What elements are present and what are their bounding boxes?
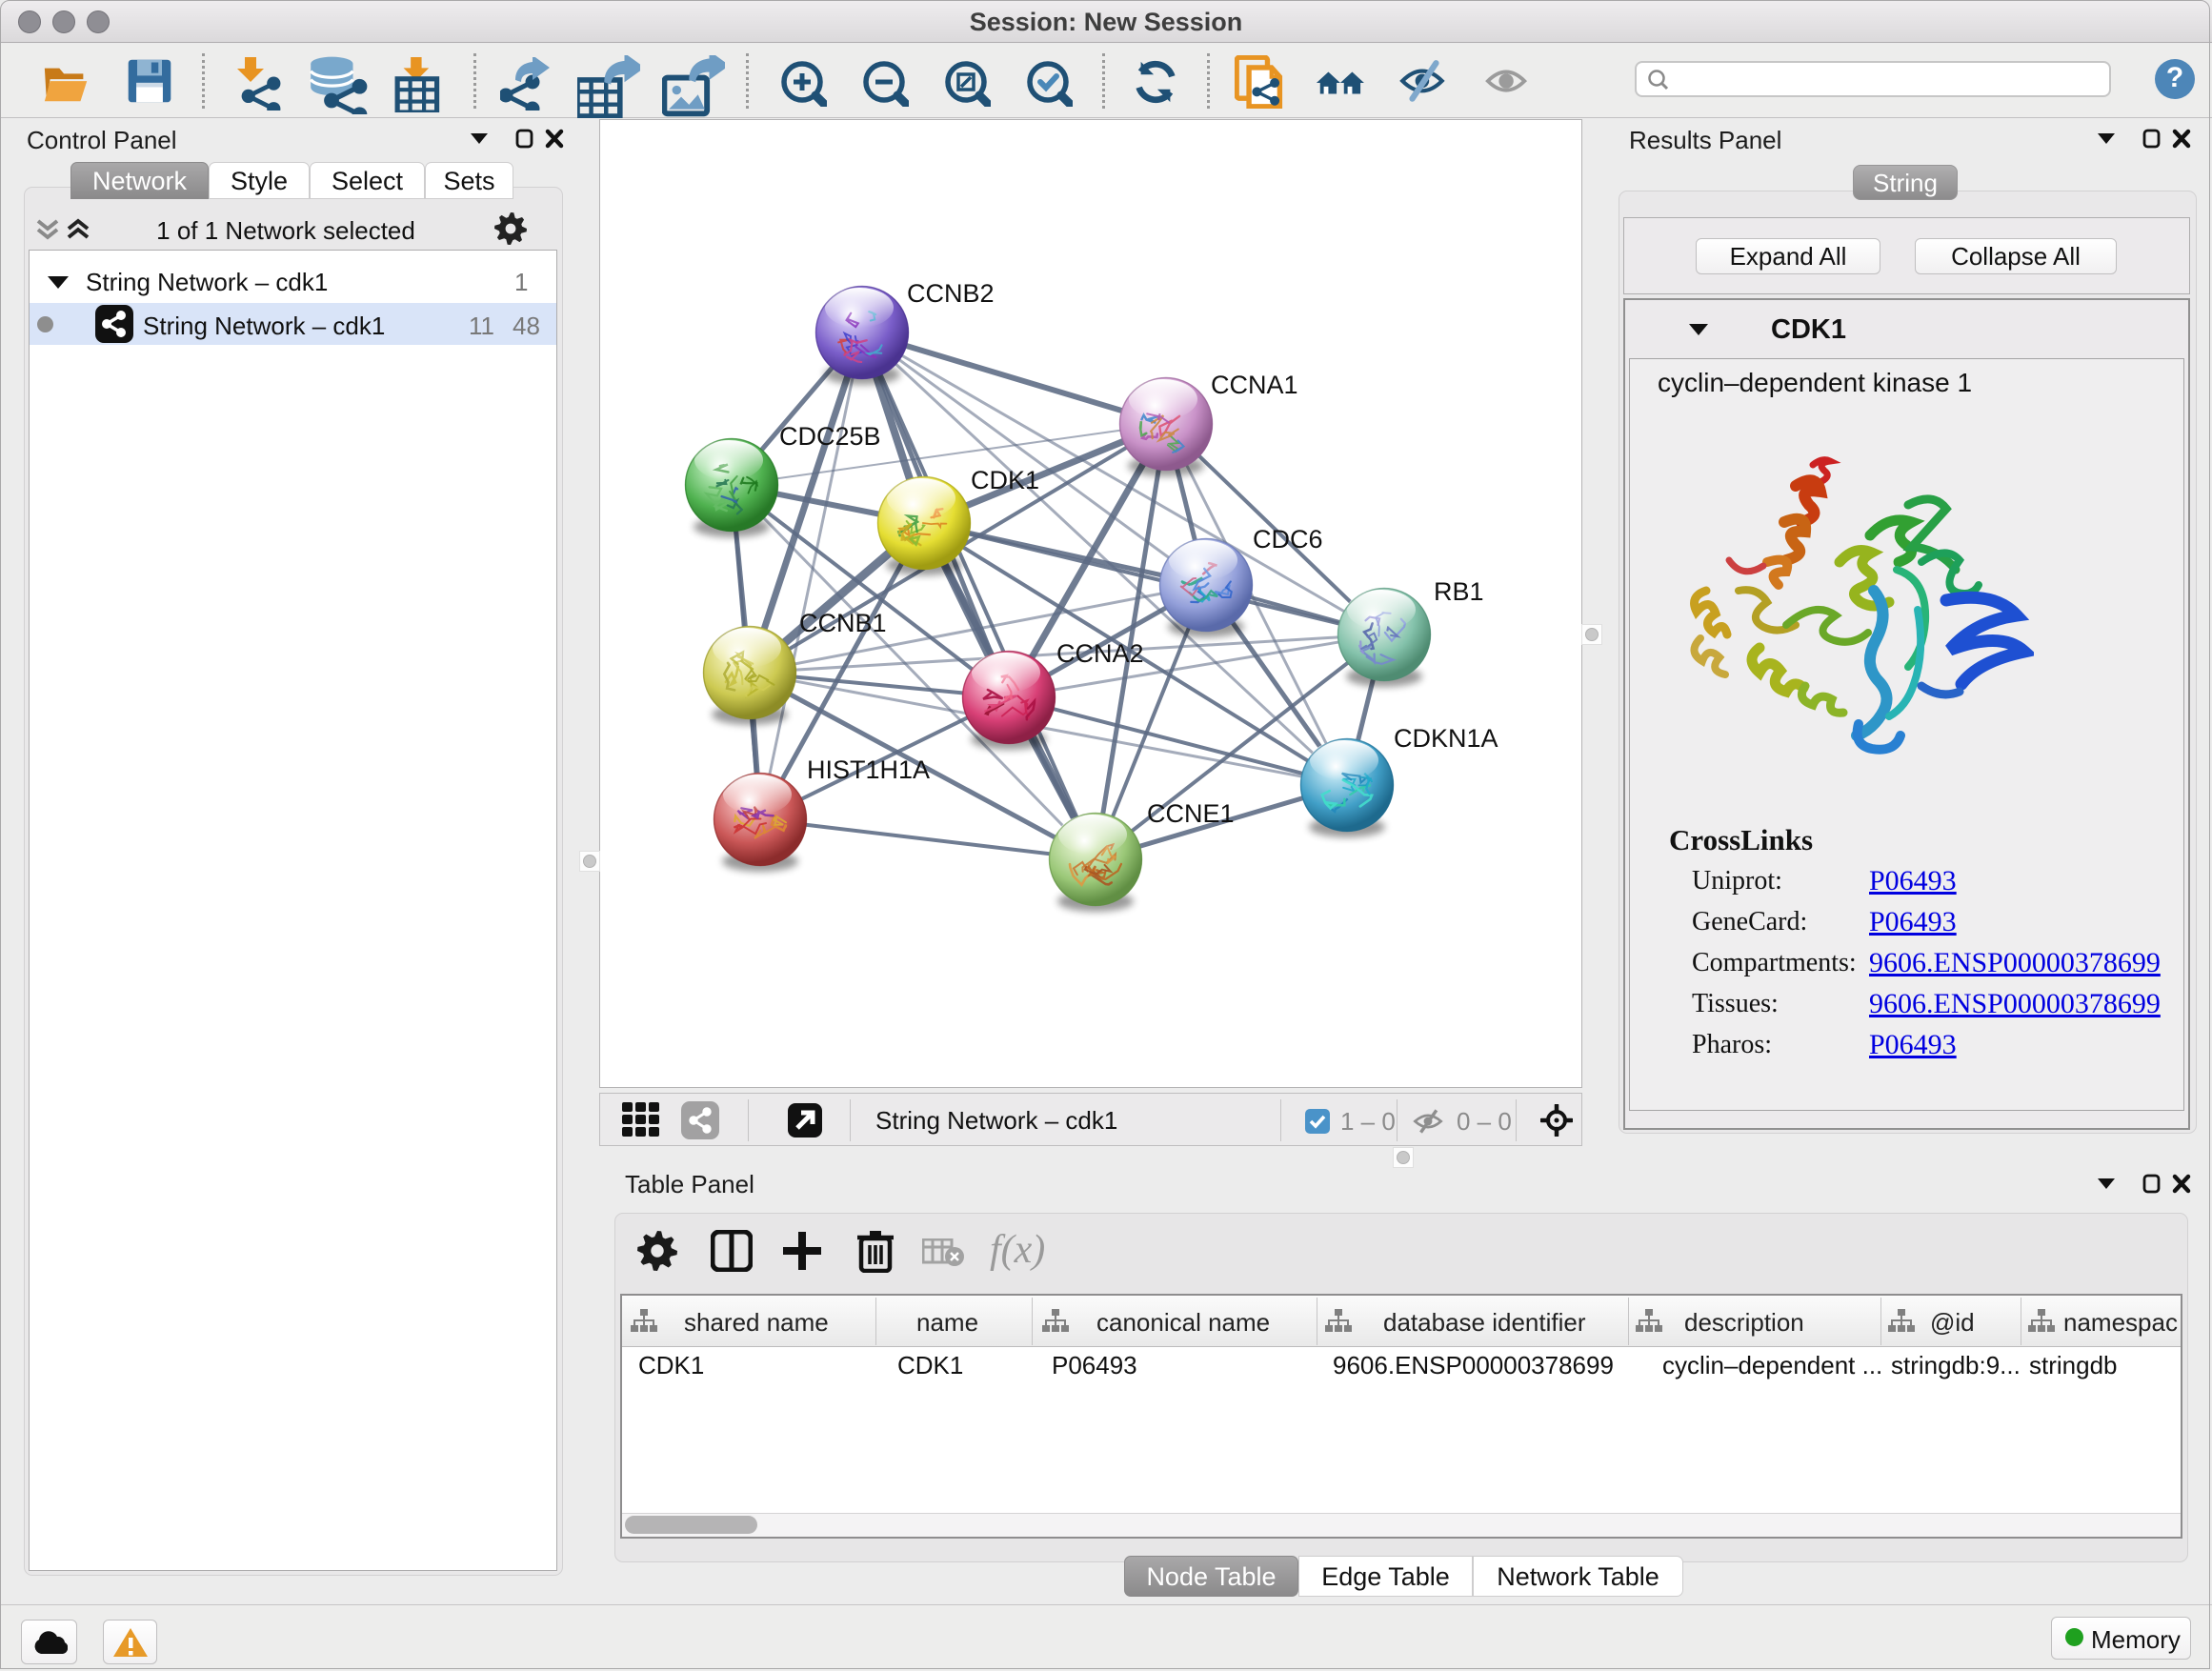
svg-text:CDK1: CDK1 (971, 466, 1039, 494)
svg-text:CCNE1: CCNE1 (1147, 799, 1235, 828)
svg-text:CCNA1: CCNA1 (1211, 371, 1298, 399)
svg-text:CCNB1: CCNB1 (799, 609, 887, 637)
svg-text:CDC25B: CDC25B (779, 422, 881, 451)
svg-text:CCNB2: CCNB2 (907, 279, 995, 308)
svg-text:CCNA2: CCNA2 (1056, 639, 1144, 668)
svg-text:CDKN1A: CDKN1A (1394, 724, 1498, 753)
svg-text:CDC6: CDC6 (1253, 525, 1323, 554)
svg-text:RB1: RB1 (1434, 577, 1484, 606)
svg-text:HIST1H1A: HIST1H1A (807, 755, 930, 784)
